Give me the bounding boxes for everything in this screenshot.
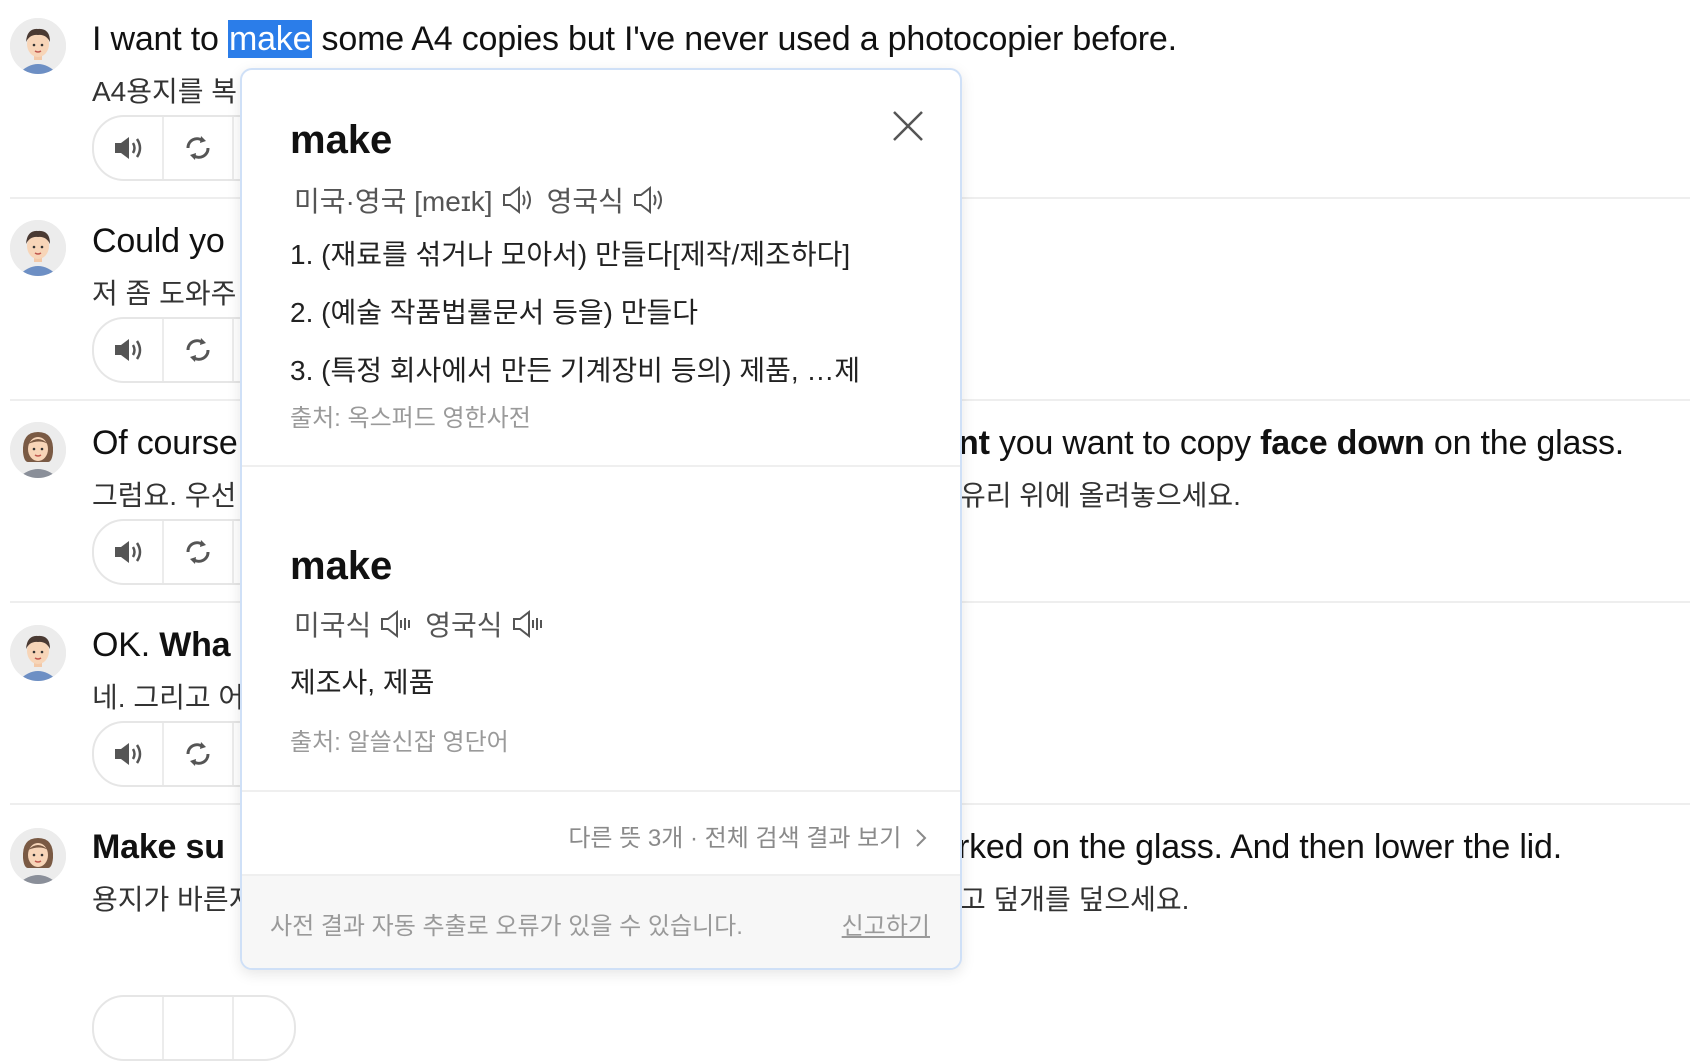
close-icon[interactable]	[890, 108, 926, 144]
english-sentence-continued: rked on the glass. And then lower the li…	[958, 828, 1562, 866]
play-button[interactable]	[94, 117, 164, 179]
speaker-icon	[115, 339, 142, 361]
english-sentence: Make su	[92, 828, 225, 866]
report-link[interactable]: 신고하기	[842, 906, 930, 941]
entry-headword: make	[290, 544, 393, 588]
play-button[interactable]	[94, 723, 164, 785]
entry-headword: make	[290, 118, 393, 162]
definition-item: 제조사, 제품	[290, 667, 435, 698]
dictionary-source: 출처: 옥스퍼드 영한사전	[290, 405, 531, 432]
english-sentence: Of course	[92, 424, 238, 462]
pronunciation-us-label: 미국식	[294, 610, 372, 641]
play-button[interactable]	[94, 521, 164, 583]
chevron-right-icon	[916, 829, 927, 847]
korean-translation: 그럼요. 우선	[92, 480, 237, 511]
entry-separator	[242, 465, 960, 467]
play-button[interactable]	[94, 319, 164, 381]
definition-item: 2. (예술 작품법률문서 등을) 만들다	[290, 297, 698, 328]
more-results-link[interactable]: 다른 뜻 3개 · 전체 검색 결과 보기	[568, 818, 928, 853]
selected-word[interactable]: make	[227, 20, 313, 58]
popup-footer: 사전 결과 자동 추출로 오류가 있을 수 있습니다. 신고하기	[242, 874, 960, 968]
play-button[interactable]	[94, 997, 164, 1059]
english-sentence: I want to make some A4 copies but I've n…	[92, 20, 1177, 58]
dictionary-popup: make 미국·영국 [meɪk] 영국식 1. (재료를 섞거나 모아서) 만…	[240, 68, 962, 970]
definition-list: 1. (재료를 섞거나 모아서) 만들다[제작/제조하다] 2. (예술 작품법…	[290, 226, 860, 400]
repeat-icon	[186, 742, 210, 766]
repeat-button[interactable]	[164, 723, 234, 785]
pronunciation-text: 미국·영국 [meɪk]	[294, 186, 493, 217]
entry-separator	[242, 790, 960, 792]
english-sentence: Could yo	[92, 222, 225, 260]
repeat-button[interactable]	[164, 997, 234, 1059]
definition-item: 1. (재료를 섞거나 모아서) 만들다[제작/제조하다]	[290, 239, 851, 270]
repeat-icon	[186, 136, 210, 160]
pronunciation-row: 미국·영국 [meɪk] 영국식	[294, 180, 678, 220]
speaker-icon[interactable]	[379, 608, 413, 640]
pronunciation-row: 미국식 영국식	[294, 604, 557, 644]
speaker-icon	[115, 541, 142, 563]
definition-list: 제조사, 제품	[290, 654, 434, 712]
repeat-button[interactable]	[164, 117, 234, 179]
korean-translation-continued: 유리 위에 올려놓으세요.	[960, 480, 1241, 511]
speaker-icon	[115, 743, 142, 765]
repeat-icon	[186, 338, 210, 362]
repeat-button[interactable]	[164, 319, 234, 381]
speaker-icon[interactable]	[632, 184, 666, 216]
repeat-icon	[186, 540, 210, 564]
korean-translation: 저 좀 도와주	[92, 278, 237, 309]
pronunciation-uk-label: 영국식	[425, 610, 503, 641]
korean-translation: 용지가 바른지,	[92, 884, 263, 915]
korean-translation: A4용지를 복	[92, 76, 238, 107]
korean-translation: 네. 그리고 어	[92, 682, 245, 713]
avatar	[10, 422, 66, 478]
korean-translation-continued: 고 덮개를 덮으세요.	[960, 884, 1190, 915]
avatar	[10, 220, 66, 276]
english-sentence: OK. Wha	[92, 626, 231, 664]
audio-controls	[92, 995, 296, 1061]
definition-item: 3. (특정 회사에서 만든 기계장비 등의) 제품, …제	[290, 355, 861, 386]
disclaimer-text: 사전 결과 자동 추출로 오류가 있을 수 있습니다.	[270, 913, 743, 940]
avatar	[10, 625, 66, 681]
avatar	[10, 828, 66, 884]
dictionary-source: 출처: 알쓸신잡 영단어	[290, 729, 509, 756]
avatar	[10, 18, 66, 74]
pronunciation-uk-label: 영국식	[546, 186, 624, 217]
speaker-icon	[115, 137, 142, 159]
speaker-icon[interactable]	[511, 608, 545, 640]
english-sentence-continued: nt you want to copy face down on the gla…	[958, 424, 1625, 462]
repeat-button[interactable]	[164, 521, 234, 583]
speaker-icon[interactable]	[501, 184, 535, 216]
